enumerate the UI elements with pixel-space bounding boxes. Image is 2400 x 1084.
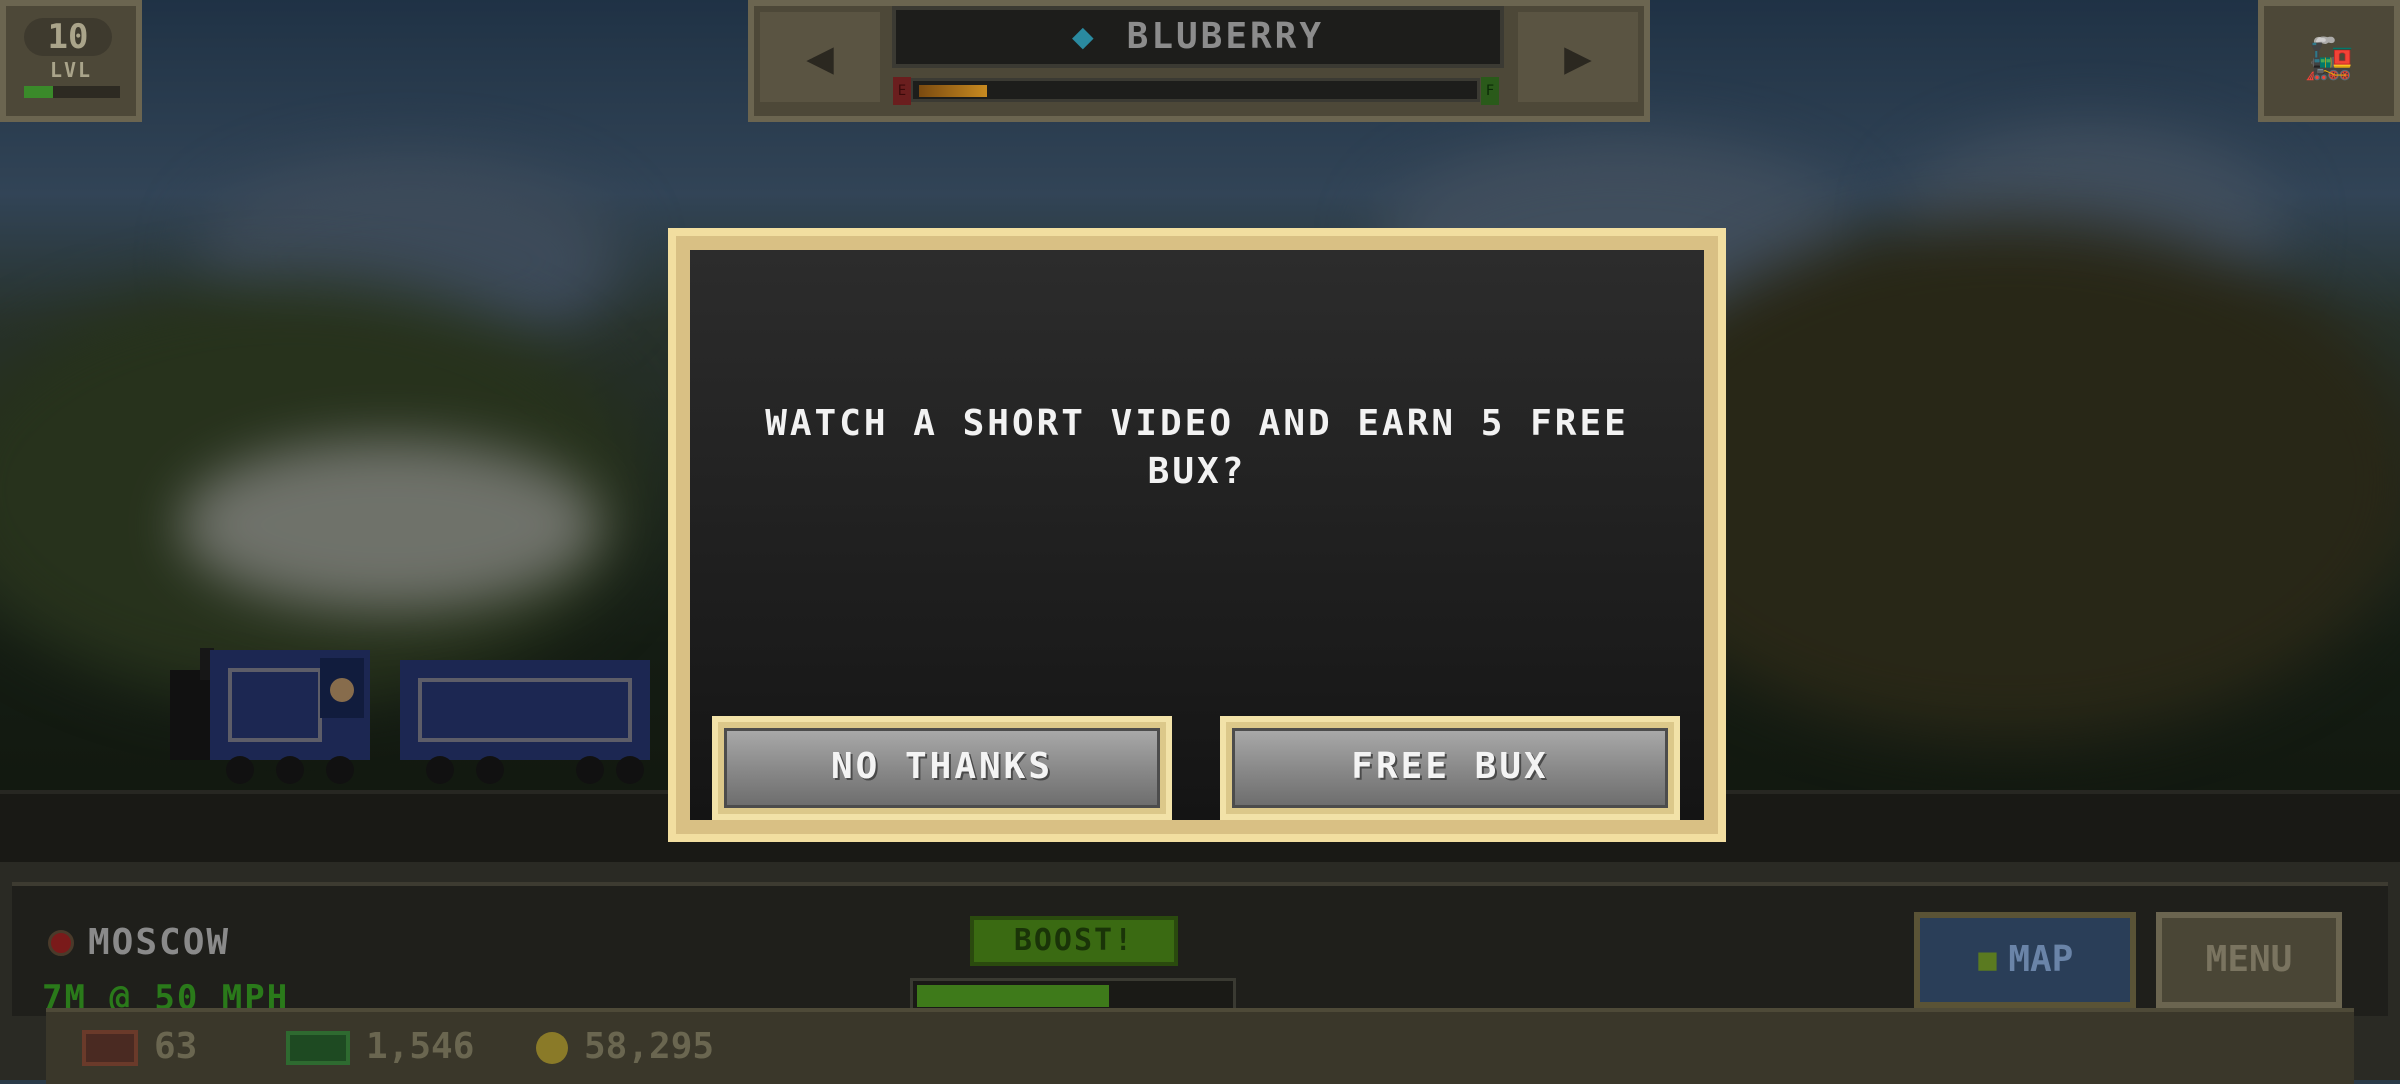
level-badge[interactable]: 10 LVL [0,0,142,122]
train-color-icon: ◆ [1071,16,1097,57]
level-progress-fill [24,86,53,98]
bux-cash-icon [286,1031,350,1065]
bux-value: 1,546 [366,1026,475,1067]
coin-icon [536,1032,568,1064]
free-bux-button[interactable]: FREE BUX [1220,716,1680,820]
menu-button[interactable]: MENU [2156,912,2342,1008]
train-name-panel: ◆ BLUBERRY [892,6,1504,68]
map-button[interactable]: ◼ MAP [1914,912,2136,1008]
boost-meter-fill [917,985,1109,1007]
cargo-counter: 63 [82,1026,197,1067]
dialog-message: WATCH A SHORT VIDEO AND EARN 5 FREE BUX? [765,403,1629,492]
train-name: BLUBERRY [1126,16,1325,57]
map-label: MAP [2008,939,2074,980]
level-label: LVL [49,58,93,82]
no-thanks-button[interactable]: NO THANKS [712,716,1172,820]
coins-counter: 58,295 [536,1026,714,1067]
arrow-right-icon: ▶ [1564,30,1592,84]
fuel-fill [919,85,987,97]
free-bux-dialog: WATCH A SHORT VIDEO AND EARN 5 FREE BUX?… [668,228,1726,842]
train-view-button[interactable]: 🚂 [2258,0,2400,122]
map-icon: ◼ [1976,939,1999,980]
level-progress-bar [24,86,120,98]
next-train-button[interactable]: ▶ [1518,12,1638,102]
train-silhouette-icon: 🚂 [2304,36,2354,82]
prev-train-button[interactable]: ◀ [760,12,880,102]
cargo-value: 63 [154,1026,198,1067]
cargo-crate-icon [82,1030,138,1066]
status-panel: MOSCOW 7M @ 50 MPH BOOST! ◼ MAP MENU [12,882,2388,1018]
station-marker-icon [48,930,74,956]
free-bux-label: FREE BUX [1232,728,1668,808]
station-name: MOSCOW [88,922,231,963]
bux-counter: 1,546 [286,1026,474,1067]
no-thanks-label: NO THANKS [724,728,1160,808]
fuel-full-marker: F [1481,77,1499,105]
bottom-hud: MOSCOW 7M @ 50 MPH BOOST! ◼ MAP MENU 63 1… [0,862,2400,1084]
dialog-body: WATCH A SHORT VIDEO AND EARN 5 FREE BUX?… [690,250,1704,820]
fuel-gauge: E F [893,77,1499,105]
level-number: 10 [24,18,112,56]
fuel-empty-marker: E [893,77,911,105]
boost-button[interactable]: BOOST! [970,916,1178,966]
arrow-left-icon: ◀ [806,30,834,84]
train-selector: ◀ ◆ BLUBERRY E F ▶ [748,0,1650,122]
resource-bar: 63 1,546 58,295 [46,1008,2354,1084]
coins-value: 58,295 [584,1026,715,1067]
